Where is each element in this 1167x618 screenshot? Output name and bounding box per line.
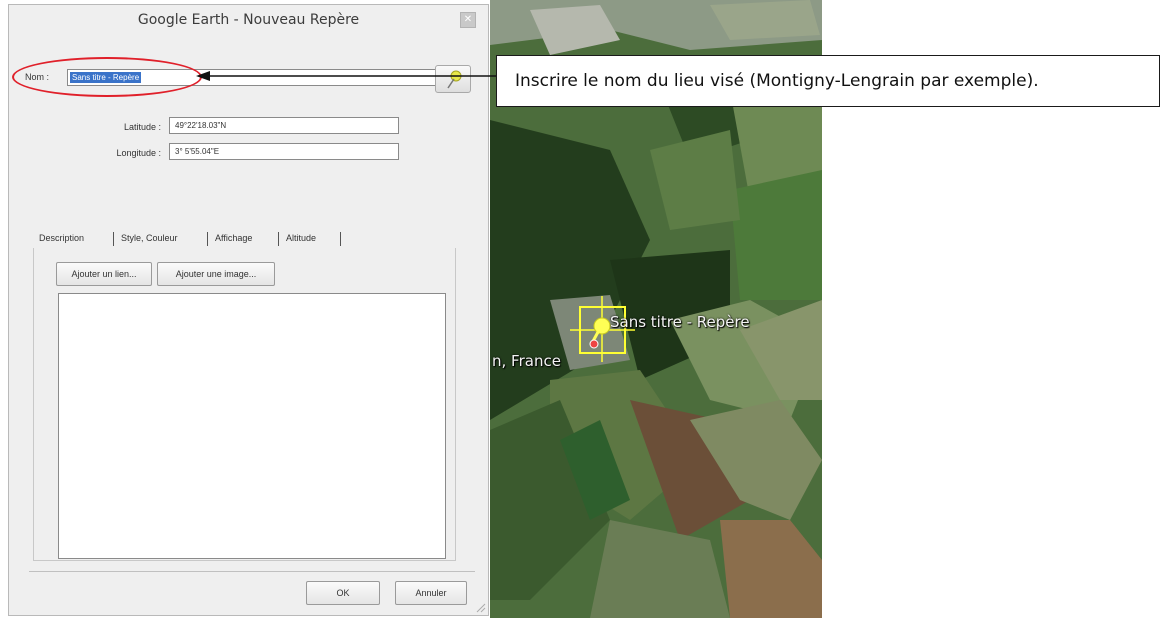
add-link-button[interactable]: Ajouter un lien... — [56, 262, 152, 286]
tab-separator — [113, 232, 114, 246]
longitude-label: Longitude : — [116, 148, 161, 158]
annotation-arrow-icon — [196, 71, 496, 81]
tab-altitude[interactable]: Altitude — [286, 233, 316, 243]
dialog-title: Google Earth - Nouveau Repère — [137, 12, 360, 28]
place-name-label: n, France — [492, 352, 561, 370]
dialog-divider — [29, 571, 475, 572]
tab-description[interactable]: Description — [39, 233, 84, 243]
latitude-input[interactable]: 49°22'18.03"N — [169, 117, 399, 134]
longitude-input[interactable]: 3° 5'55.04"E — [169, 143, 399, 160]
cancel-button[interactable]: Annuler — [395, 581, 467, 605]
highlight-ellipse — [12, 57, 202, 97]
description-textarea[interactable] — [58, 293, 446, 559]
tab-separator — [207, 232, 208, 246]
close-icon[interactable]: ✕ — [460, 12, 476, 28]
tab-affichage[interactable]: Affichage — [215, 233, 252, 243]
resize-grip-icon[interactable] — [474, 601, 486, 613]
latitude-label: Latitude : — [123, 122, 161, 132]
add-image-button[interactable]: Ajouter une image... — [157, 262, 275, 286]
dialog-titlebar[interactable]: Google Earth - Nouveau Repère ✕ — [9, 5, 488, 39]
tab-separator — [340, 232, 341, 246]
ok-button[interactable]: OK — [306, 581, 380, 605]
tab-style-couleur[interactable]: Style, Couleur — [121, 233, 178, 243]
instruction-callout: Inscrire le nom du lieu visé (Montigny-L… — [496, 55, 1160, 107]
callout-text: Inscrire le nom du lieu visé (Montigny-L… — [515, 71, 1039, 91]
tab-separator — [278, 232, 279, 246]
placemark-label: Sans titre - Repère — [610, 313, 750, 331]
